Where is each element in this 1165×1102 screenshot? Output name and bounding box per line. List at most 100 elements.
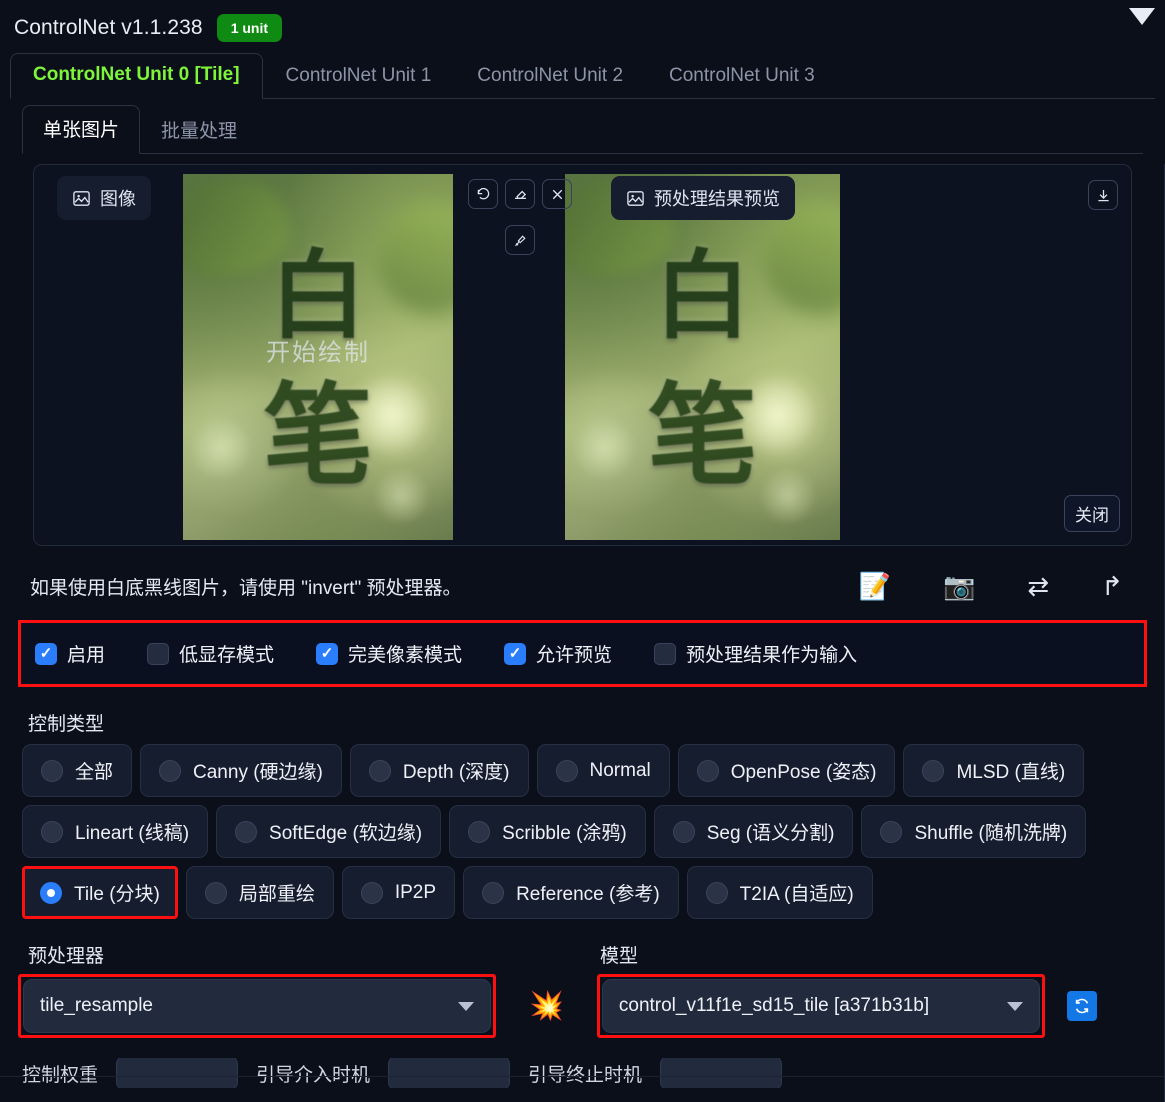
preprocess-preview-chip[interactable]: 预处理结果预览 bbox=[611, 176, 795, 220]
checkbox-enable-label: 启用 bbox=[67, 645, 106, 666]
control-type-row-3: Tile (分块) 局部重绘 IP2P Reference (参考) T2IA … bbox=[22, 866, 1143, 919]
tab-unit-1[interactable]: ControlNet Unit 1 bbox=[263, 54, 455, 99]
radio-softedge-label: SoftEdge (软边缘) bbox=[269, 823, 423, 844]
radio-lineart-label: Lineart (线稿) bbox=[75, 823, 190, 844]
radio-t2ia[interactable]: T2IA (自适应) bbox=[686, 866, 873, 919]
chevron-down-icon[interactable] bbox=[458, 1001, 474, 1011]
checkbox-low-vram-box[interactable] bbox=[147, 642, 170, 665]
start-drawing-overlay[interactable]: 开始绘制 bbox=[266, 332, 370, 367]
model-dropdown[interactable]: control_v11f1e_sd15_tile [a371b31b] bbox=[601, 979, 1040, 1033]
control-weight-input[interactable] bbox=[116, 1058, 239, 1088]
preprocessor-dropdown[interactable]: tile_resample bbox=[23, 979, 491, 1033]
checkbox-enable[interactable]: 启用 bbox=[35, 640, 105, 667]
swap-icon[interactable]: ⇄ bbox=[1027, 573, 1049, 599]
brush-icon[interactable] bbox=[505, 225, 535, 255]
image-chip[interactable]: 图像 bbox=[57, 176, 151, 220]
input-image-slot[interactable]: 图像 白 笔 开始绘制 bbox=[35, 166, 600, 544]
radio-seg-dot[interactable] bbox=[672, 820, 695, 843]
radio-openpose[interactable]: OpenPose (姿态) bbox=[677, 744, 896, 797]
radio-shuffle[interactable]: Shuffle (随机洗牌) bbox=[861, 805, 1087, 858]
checkbox-preprocess-as-input[interactable]: 预处理结果作为输入 bbox=[654, 640, 857, 667]
radio-canny-dot[interactable] bbox=[159, 759, 182, 782]
radio-openpose-dot[interactable] bbox=[696, 759, 719, 782]
radio-tile-dot[interactable] bbox=[40, 881, 62, 904]
radio-mlsd-dot[interactable] bbox=[922, 759, 945, 782]
guidance-start-input[interactable] bbox=[388, 1058, 511, 1088]
checkbox-allow-preview-box[interactable] bbox=[504, 642, 527, 665]
camera-icon[interactable]: 📷 bbox=[943, 573, 975, 599]
input-image[interactable]: 白 笔 开始绘制 bbox=[183, 174, 453, 540]
radio-depth-dot[interactable] bbox=[368, 759, 391, 782]
radio-t2ia-label: T2IA (自适应) bbox=[739, 884, 854, 905]
download-icon[interactable] bbox=[1088, 180, 1118, 210]
radio-lineart-dot[interactable] bbox=[41, 820, 63, 843]
checkbox-pixel-perfect[interactable]: 完美像素模式 bbox=[316, 640, 462, 667]
checkbox-preprocess-as-input-label: 预处理结果作为输入 bbox=[686, 645, 858, 666]
radio-ip2p-dot[interactable] bbox=[360, 881, 383, 904]
guidance-end-input[interactable] bbox=[660, 1058, 783, 1088]
tab-unit-0[interactable]: ControlNet Unit 0 [Tile] bbox=[10, 53, 263, 99]
memo-icon[interactable]: 📝 bbox=[859, 573, 891, 599]
tab-unit-2[interactable]: ControlNet Unit 2 bbox=[454, 54, 646, 99]
send-icon[interactable]: ↱ bbox=[1101, 573, 1123, 599]
radio-ip2p-label: IP2P bbox=[394, 881, 437, 903]
close-icon[interactable] bbox=[542, 179, 572, 209]
chevron-down-icon[interactable] bbox=[1006, 1001, 1023, 1011]
radio-normal[interactable]: Normal bbox=[536, 744, 670, 797]
radio-ip2p[interactable]: IP2P bbox=[341, 866, 456, 919]
control-type-row-1: 全部 Canny (硬边缘) Depth (深度) Normal OpenPos… bbox=[22, 744, 1143, 797]
tab-batch-process[interactable]: 批量处理 bbox=[140, 106, 258, 154]
invert-hint-text: 如果使用白底黑线图片，请使用 "invert" 预处理器。 bbox=[30, 577, 462, 599]
radio-seg[interactable]: Seg (语义分割) bbox=[653, 805, 854, 858]
hint-action-icons: 📝 📷 ⇄ ↱ bbox=[859, 573, 1135, 599]
radio-softedge-dot[interactable] bbox=[235, 820, 258, 843]
radio-softedge[interactable]: SoftEdge (软边缘) bbox=[216, 805, 442, 858]
radio-inpaint-dot[interactable] bbox=[204, 881, 227, 904]
guidance-start-label: 引导介入时机 bbox=[256, 1064, 371, 1086]
radio-mlsd-label: MLSD (直线) bbox=[956, 762, 1066, 783]
panel-header: ControlNet v1.1.238 1 unit bbox=[0, 0, 1165, 48]
checkbox-preprocess-as-input-box[interactable] bbox=[654, 642, 677, 665]
run-preprocessor-icon[interactable]: 💥 bbox=[529, 992, 564, 1020]
radio-reference-dot[interactable] bbox=[482, 881, 505, 904]
checkbox-enable-box[interactable] bbox=[35, 642, 57, 665]
radio-reference[interactable]: Reference (参考) bbox=[463, 866, 679, 919]
bokeh-circle bbox=[757, 466, 818, 526]
eraser-icon[interactable] bbox=[505, 179, 535, 209]
radio-depth[interactable]: Depth (深度) bbox=[349, 744, 529, 797]
controlnet-panel: ControlNet v1.1.238 1 unit ControlNet Un… bbox=[0, 0, 1165, 1102]
preprocessor-dropdown-highlight: tile_resample bbox=[18, 974, 496, 1038]
options-checkbox-band: 启用 低显存模式 完美像素模式 允许预览 预处理结果作为输入 bbox=[18, 620, 1147, 687]
radio-inpaint-label: 局部重绘 bbox=[238, 884, 315, 905]
radio-mlsd[interactable]: MLSD (直线) bbox=[903, 744, 1085, 797]
radio-scribble-dot[interactable] bbox=[468, 820, 491, 843]
caret-down-icon[interactable] bbox=[1129, 8, 1155, 25]
refresh-models-icon[interactable] bbox=[1066, 991, 1097, 1021]
radio-lineart[interactable]: Lineart (线稿) bbox=[22, 805, 209, 858]
radio-inpaint[interactable]: 局部重绘 bbox=[185, 866, 334, 919]
image-panels: 图像 白 笔 开始绘制 预处理结果预览 白 笔 关闭 bbox=[33, 164, 1132, 546]
close-preview-button[interactable]: 关闭 bbox=[1064, 495, 1120, 532]
preprocess-preview-slot[interactable]: 预处理结果预览 白 笔 关闭 bbox=[565, 166, 1130, 544]
radio-canny[interactable]: Canny (硬边缘) bbox=[140, 744, 342, 797]
preprocessor-model-labels: 预处理器 模型 bbox=[0, 941, 1165, 968]
radio-all[interactable]: 全部 bbox=[22, 744, 133, 797]
radio-seg-label: Seg (语义分割) bbox=[706, 823, 835, 844]
radio-scribble[interactable]: Scribble (涂鸦) bbox=[449, 805, 646, 858]
radio-normal-dot[interactable] bbox=[555, 759, 578, 782]
radio-openpose-label: OpenPose (姿态) bbox=[730, 762, 877, 783]
checkbox-pixel-perfect-box[interactable] bbox=[316, 642, 339, 665]
checkbox-low-vram[interactable]: 低显存模式 bbox=[147, 640, 274, 667]
control-type-radio-grid: 全部 Canny (硬边缘) Depth (深度) Normal OpenPos… bbox=[22, 744, 1143, 919]
preprocess-preview-image[interactable]: 白 笔 bbox=[565, 174, 840, 540]
radio-t2ia-dot[interactable] bbox=[705, 881, 728, 904]
model-label: 模型 bbox=[600, 946, 639, 967]
tab-unit-3[interactable]: ControlNet Unit 3 bbox=[646, 54, 838, 99]
checkbox-allow-preview[interactable]: 允许预览 bbox=[504, 640, 612, 667]
image-glyph-bottom: 笔 bbox=[647, 376, 758, 499]
radio-tile[interactable]: Tile (分块) bbox=[22, 866, 178, 919]
undo-icon[interactable] bbox=[468, 179, 498, 209]
radio-all-dot[interactable] bbox=[41, 759, 63, 782]
radio-shuffle-dot[interactable] bbox=[880, 820, 903, 843]
tab-single-image[interactable]: 单张图片 bbox=[22, 105, 141, 154]
